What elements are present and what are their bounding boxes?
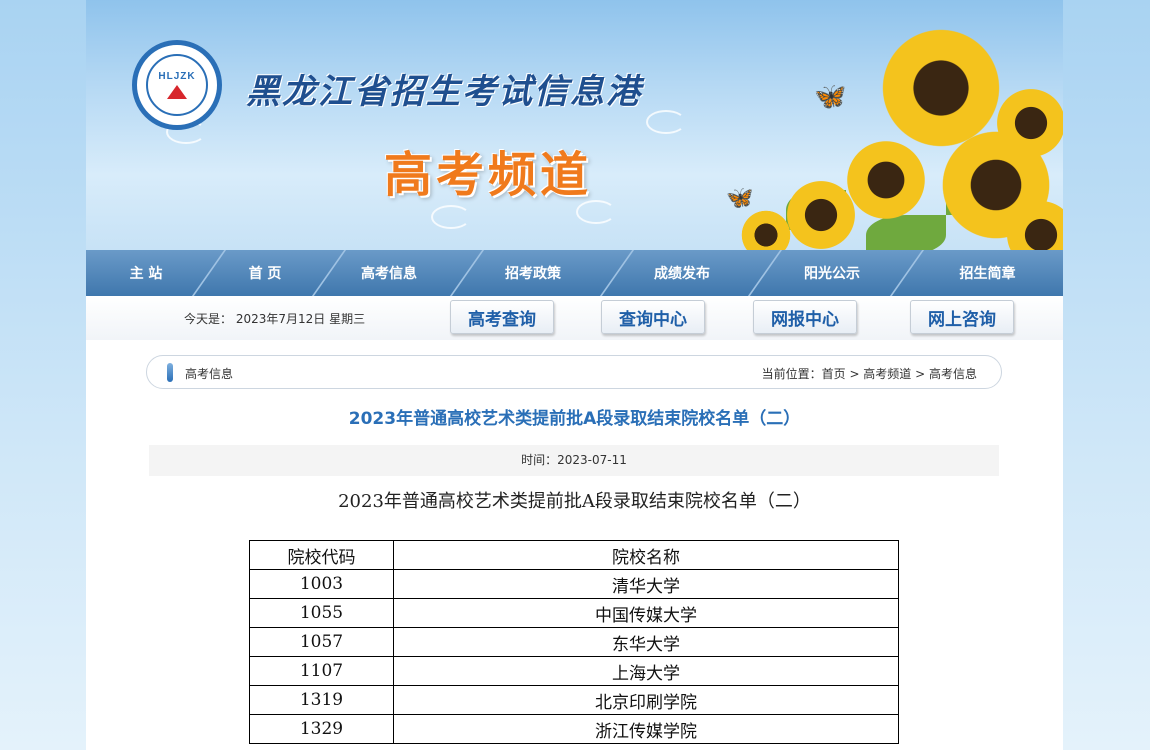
section-marker-icon — [167, 363, 173, 382]
school-code: 1055 — [249, 598, 394, 628]
table-row: 1057 东华大学 — [249, 627, 899, 657]
school-list-table: 院校代码 院校名称 1003 清华大学 1055 中国传媒大学 1057 东华大… — [249, 540, 899, 744]
nav-item-home[interactable]: 首 页 — [206, 250, 324, 296]
school-code: 1057 — [249, 627, 394, 657]
nav-item-main-site[interactable]: 主 站 — [86, 250, 206, 296]
school-code: 1003 — [249, 569, 394, 599]
main-nav: 主 站 首 页 高考信息 招考政策 成绩发布 阳光公示 招生简章 — [86, 250, 1063, 296]
table-row: 1319 北京印刷学院 — [249, 685, 899, 715]
cloud-decoration — [431, 205, 471, 229]
sunflower-icon — [846, 140, 926, 220]
gaokao-query-button[interactable]: 高考查询 — [450, 300, 554, 334]
sunflower-icon — [881, 28, 1001, 148]
table-header-name: 院校名称 — [393, 540, 899, 570]
quick-link-bar: 今天是： 2023年7月12日 星期三 高考查询 查询中心 网报中心 网上咨询 — [86, 296, 1063, 340]
header-banner: HLJZK 黑龙江省招生考试信息港 高考频道 🦋 🦋 — [86, 0, 1063, 250]
breadcrumb-path[interactable]: 当前位置：首页 > 高考频道 > 高考信息 — [762, 365, 977, 382]
table-header-row: 院校代码 院校名称 — [249, 540, 899, 570]
section-title: 高考信息 — [185, 367, 234, 381]
nav-item-label: 招考政策 — [505, 266, 561, 282]
butterfly-icon: 🦋 — [814, 82, 847, 112]
school-name: 上海大学 — [393, 656, 899, 686]
table-row: 1003 清华大学 — [249, 569, 899, 599]
school-code: 1319 — [249, 685, 394, 715]
site-logo[interactable]: HLJZK — [132, 40, 222, 130]
online-consult-button[interactable]: 网上咨询 — [910, 300, 1014, 334]
online-registration-button[interactable]: 网报中心 — [753, 300, 857, 334]
table-header-code: 院校代码 — [249, 540, 394, 570]
current-date: 今天是： 2023年7月12日 星期三 — [184, 312, 366, 326]
nav-item-policy[interactable]: 招考政策 — [454, 250, 612, 296]
site-name: 黑龙江省招生考试信息港 — [246, 72, 642, 112]
sunflower-icon — [786, 180, 856, 250]
logo-emblem: HLJZK — [146, 54, 208, 116]
sunflower-icon — [741, 210, 791, 250]
table-row: 1329 浙江传媒学院 — [249, 714, 899, 744]
school-name: 东华大学 — [393, 627, 899, 657]
table-row: 1107 上海大学 — [249, 656, 899, 686]
school-name: 浙江传媒学院 — [393, 714, 899, 744]
nav-item-public-notice[interactable]: 阳光公示 — [752, 250, 912, 296]
article-title: 2023年普通高校艺术类提前批A段录取结束院校名单（二） — [348, 409, 801, 429]
school-name: 北京印刷学院 — [393, 685, 899, 715]
logo-text: HLJZK — [158, 71, 196, 82]
article-time: 时间：2023-07-11 — [149, 445, 999, 476]
nav-item-gaokao-info[interactable]: 高考信息 — [324, 250, 454, 296]
nav-item-label: 招生简章 — [959, 266, 1016, 282]
cloud-decoration — [646, 110, 686, 134]
school-name: 中国传媒大学 — [393, 598, 899, 628]
nav-item-label: 主 站 — [129, 266, 163, 282]
school-code: 1329 — [249, 714, 394, 744]
nav-item-label: 高考信息 — [361, 266, 417, 282]
nav-item-label: 首 页 — [248, 266, 282, 282]
school-name: 清华大学 — [393, 569, 899, 599]
query-center-button[interactable]: 查询中心 — [601, 300, 705, 334]
leaf-decoration — [866, 215, 946, 250]
channel-name: 高考频道 — [384, 147, 593, 203]
nav-item-brochure[interactable]: 招生简章 — [912, 250, 1063, 296]
logo-mark-icon — [167, 85, 187, 99]
nav-item-label: 成绩发布 — [654, 266, 710, 282]
page-container: HLJZK 黑龙江省招生考试信息港 高考频道 🦋 🦋 主 站 首 页 高考信息 — [86, 0, 1063, 750]
school-code: 1107 — [249, 656, 394, 686]
breadcrumb: 高考信息 当前位置：首页 > 高考频道 > 高考信息 — [146, 355, 1002, 389]
nav-item-label: 阳光公示 — [804, 266, 860, 282]
table-row: 1055 中国传媒大学 — [249, 598, 899, 628]
article-subtitle: 2023年普通高校艺术类提前批A段录取结束院校名单（二） — [338, 491, 811, 512]
butterfly-icon: 🦋 — [726, 186, 754, 211]
nav-item-scores[interactable]: 成绩发布 — [612, 250, 752, 296]
